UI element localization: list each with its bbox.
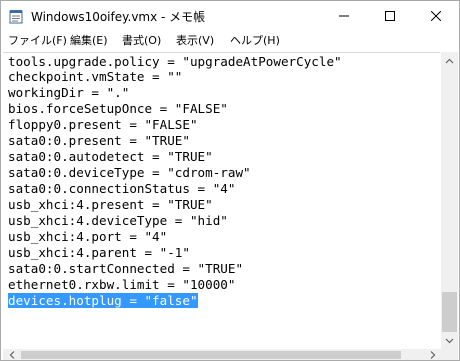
text-line: ethernet0.rxbw.limit = "10000" xyxy=(8,277,236,292)
notepad-window: Windows10oifey.vmx - メモ帳 ファイル(F) 編集(E) 書… xyxy=(0,0,460,361)
text-line: workingDir = "." xyxy=(8,85,130,100)
chevron-up-icon xyxy=(445,58,454,63)
menu-file[interactable]: ファイル(F) xyxy=(8,32,67,49)
text-line: floppy0.present = "FALSE" xyxy=(8,117,198,132)
text-line: sata0:0.deviceType = "cdrom-raw" xyxy=(8,165,251,180)
scroll-down-button[interactable] xyxy=(441,332,458,349)
chevron-right-icon xyxy=(430,351,435,359)
text-line: bios.forceSetupOnce = "FALSE" xyxy=(8,101,228,116)
scroll-right-button[interactable] xyxy=(424,349,441,360)
scroll-up-button[interactable] xyxy=(441,52,458,69)
menu-bar: ファイル(F) 編集(E) 書式(O) 表示(V) ヘルプ(H) xyxy=(1,31,459,50)
text-line: sata0:0.connectionStatus = "4" xyxy=(8,181,236,196)
menu-help[interactable]: ヘルプ(H) xyxy=(230,32,280,49)
title-bar[interactable]: Windows10oifey.vmx - メモ帳 xyxy=(1,1,459,31)
menu-format[interactable]: 書式(O) xyxy=(122,32,161,49)
notepad-icon xyxy=(9,10,23,24)
text-line: checkpoint.vmState = "" xyxy=(8,69,183,84)
selected-text-line: devices.hotplug = "false" xyxy=(8,293,198,308)
minimize-button[interactable] xyxy=(321,1,367,31)
text-line: sata0:0.autodetect = "TRUE" xyxy=(8,149,213,164)
chevron-left-icon xyxy=(9,351,14,359)
text-line: sata0:0.startConnected = "TRUE" xyxy=(8,261,244,276)
vertical-scroll-thumb[interactable] xyxy=(442,292,457,332)
horizontal-scroll-thumb[interactable] xyxy=(21,351,401,359)
menu-view[interactable]: 表示(V) xyxy=(176,32,214,49)
scroll-left-button[interactable] xyxy=(3,349,20,360)
vertical-scrollbar[interactable] xyxy=(441,52,458,349)
chevron-down-icon xyxy=(445,338,454,343)
text-line: usb_xhci:4.port = "4" xyxy=(8,229,168,244)
maximize-button[interactable] xyxy=(367,1,413,31)
menu-edit[interactable]: 編集(E) xyxy=(70,32,108,49)
window-title: Windows10oifey.vmx - メモ帳 xyxy=(31,10,206,24)
minimize-icon xyxy=(339,15,349,17)
horizontal-scrollbar[interactable] xyxy=(3,349,441,360)
text-line: usb_xhci:4.present = "TRUE" xyxy=(8,197,213,212)
scrollbar-corner xyxy=(441,349,458,360)
text-line: tools.upgrade.policy = "upgradeAtPowerCy… xyxy=(8,54,342,69)
close-icon xyxy=(431,11,441,21)
text-editor[interactable]: tools.upgrade.policy = "upgradeAtPowerCy… xyxy=(3,52,440,350)
text-line: usb_xhci:4.parent = "-1" xyxy=(8,245,190,260)
text-line: sata0:0.present = "TRUE" xyxy=(8,133,190,148)
close-button[interactable] xyxy=(413,1,459,31)
text-line: usb_xhci:4.deviceType = "hid" xyxy=(8,213,228,228)
maximize-icon xyxy=(385,11,395,21)
